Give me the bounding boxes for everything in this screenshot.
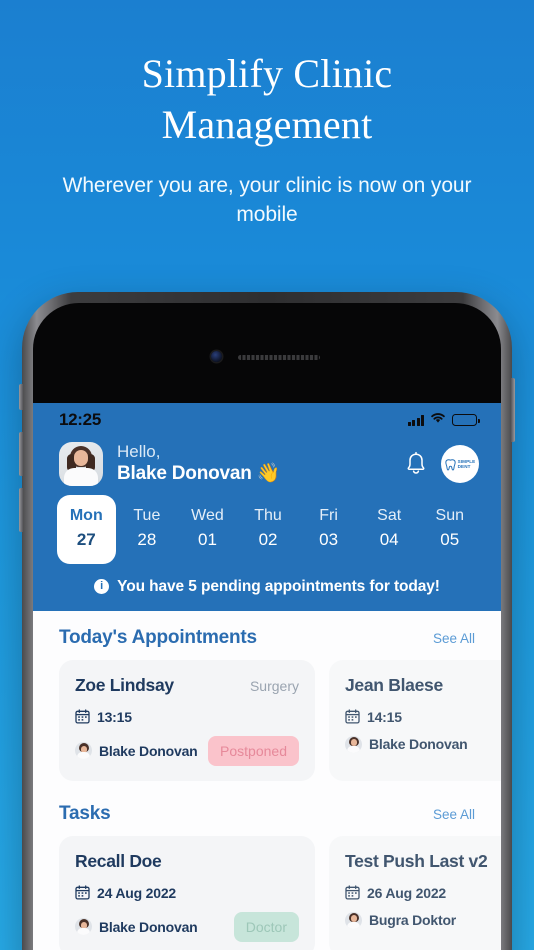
- day-label: Mon: [69, 506, 103, 524]
- appointments-see-all-link[interactable]: See All: [433, 631, 475, 646]
- assignee-avatar: [345, 911, 362, 929]
- page-title: Today's Appointments: [59, 626, 257, 648]
- battery-low-icon: [452, 414, 480, 426]
- day-label: Wed: [191, 506, 224, 524]
- day-item-tue[interactable]: Tue 28: [118, 495, 177, 564]
- assignee-name: Blake Donovan: [99, 918, 198, 935]
- day-item-wed[interactable]: Wed 01: [178, 495, 237, 564]
- clinic-logo-badge[interactable]: SIMPLE DENT: [441, 444, 479, 483]
- day-number: 05: [440, 529, 460, 549]
- doctor-avatar: [75, 742, 92, 760]
- calendar-icon: [345, 885, 360, 900]
- appointments-section-header: Today's Appointments See All: [33, 627, 501, 649]
- hero-section: Simplify Clinic Management Wherever you …: [0, 48, 534, 229]
- phone-volume-up-button: [19, 432, 23, 476]
- day-number: 02: [258, 529, 278, 549]
- appointment-card[interactable]: Jean Blaese 14:15 Blake Donovan: [329, 659, 501, 781]
- day-label: Sun: [435, 506, 464, 524]
- earpiece-speaker: [238, 355, 320, 360]
- tasks-section-header: Tasks See All: [33, 803, 501, 825]
- day-item-fri[interactable]: Fri 03: [299, 495, 358, 564]
- appointments-list[interactable]: Zoe Lindsay Surgery 13:15 Blake Donovan …: [33, 659, 501, 781]
- day-item-thu[interactable]: Thu 02: [239, 495, 298, 564]
- task-date: 24 Aug 2022: [97, 884, 176, 901]
- phone-volume-down-button: [19, 488, 23, 532]
- promo-screenshot: Simplify Clinic Management Wherever you …: [0, 0, 534, 950]
- doctor-avatar: [345, 735, 362, 753]
- app-body: Today's Appointments See All Zoe Lindsay…: [33, 610, 501, 950]
- tasks-title: Tasks: [59, 802, 111, 824]
- tooth-icon: [444, 458, 456, 471]
- app-header: 12:25 Hello, Blake Donovan 👋 SIMPLE DENT…: [33, 403, 501, 611]
- day-item-mon[interactable]: Mon 27: [57, 494, 116, 564]
- task-name: Recall Doe: [75, 850, 162, 871]
- appointment-type: Surgery: [249, 677, 299, 694]
- day-item-sun[interactable]: Sun 05: [420, 495, 479, 564]
- tasks-list[interactable]: Recall Doe 24 Aug 2022 Blake Donovan Doc…: [33, 835, 501, 950]
- bell-icon[interactable]: [404, 451, 428, 477]
- front-camera-icon: [211, 351, 222, 362]
- hero-subtitle: Wherever you are, your clinic is now on …: [62, 174, 472, 226]
- day-selector[interactable]: Mon 27 Tue 28 Wed 01 Thu 02 Fri 03 Sat 0…: [33, 487, 501, 564]
- assignee-avatar: [75, 918, 92, 936]
- day-label: Fri: [319, 506, 338, 524]
- calendar-icon: [345, 709, 360, 724]
- appointment-time: 14:15: [367, 708, 402, 725]
- pending-banner-text: You have 5 pending appointments for toda…: [117, 577, 440, 595]
- logo-line-1: SIMPLE: [457, 458, 476, 464]
- patient-name: Zoe Lindsay: [75, 674, 174, 695]
- info-icon: i: [94, 579, 110, 595]
- wifi-icon: [430, 411, 446, 429]
- status-bar-time: 12:25: [59, 410, 101, 429]
- greeting-label: Hello,: [117, 442, 161, 461]
- user-name: Blake Donovan 👋: [117, 463, 281, 485]
- hero-title: Simplify Clinic Management: [141, 51, 393, 148]
- day-number: 01: [197, 529, 217, 549]
- day-label: Thu: [254, 506, 282, 524]
- day-number: 27: [76, 529, 96, 549]
- greeting-row: Hello, Blake Donovan 👋 SIMPLE DENT: [33, 437, 501, 487]
- task-card[interactable]: Test Push Last v2 26 Aug 2022 Bugra Dokt…: [329, 835, 501, 950]
- tasks-section: Tasks See All Recall Doe 24 Aug 2022 Bla…: [33, 803, 501, 950]
- doctor-name: Blake Donovan: [99, 742, 198, 759]
- task-name: Test Push Last v2: [345, 850, 488, 871]
- doctor-name: Blake Donovan: [369, 736, 468, 753]
- appointment-card[interactable]: Zoe Lindsay Surgery 13:15 Blake Donovan …: [59, 659, 315, 781]
- day-label: Tue: [133, 506, 161, 524]
- logo-text: SIMPLE DENT: [458, 459, 476, 470]
- day-number: 03: [319, 529, 339, 549]
- phone-power-button: [511, 378, 515, 442]
- pending-appointments-banner[interactable]: i You have 5 pending appointments for to…: [33, 564, 501, 598]
- status-badge: Postponed: [208, 735, 299, 766]
- logo-line-2: DENT: [457, 463, 471, 469]
- calendar-icon: [75, 709, 90, 724]
- phone-mockup: 12:25 Hello, Blake Donovan 👋 SIMPLE DENT…: [19, 292, 515, 950]
- day-label: Sat: [377, 506, 402, 524]
- patient-name: Jean Blaese: [345, 674, 443, 695]
- status-badge: Doctor: [233, 911, 299, 942]
- assignee-name: Bugra Doktor: [369, 912, 457, 929]
- calendar-icon: [75, 885, 90, 900]
- day-item-sat[interactable]: Sat 04: [360, 495, 419, 564]
- tasks-see-all-link[interactable]: See All: [433, 807, 475, 822]
- day-number: 04: [379, 529, 399, 549]
- cellular-bars-icon: [407, 414, 424, 426]
- greeting-text: Hello, Blake Donovan 👋: [117, 441, 280, 487]
- task-card[interactable]: Recall Doe 24 Aug 2022 Blake Donovan Doc…: [59, 835, 315, 950]
- phone-screen-bezel: 12:25 Hello, Blake Donovan 👋 SIMPLE DENT…: [33, 303, 501, 950]
- phone-mute-switch: [19, 384, 23, 410]
- avatar[interactable]: [59, 441, 103, 486]
- task-date: 26 Aug 2022: [367, 884, 446, 901]
- app-screen: 12:25 Hello, Blake Donovan 👋 SIMPLE DENT…: [33, 403, 501, 950]
- status-bar-icons: [407, 411, 480, 429]
- appointment-time: 13:15: [97, 708, 132, 725]
- status-bar: 12:25: [33, 403, 501, 437]
- day-number: 28: [137, 529, 157, 549]
